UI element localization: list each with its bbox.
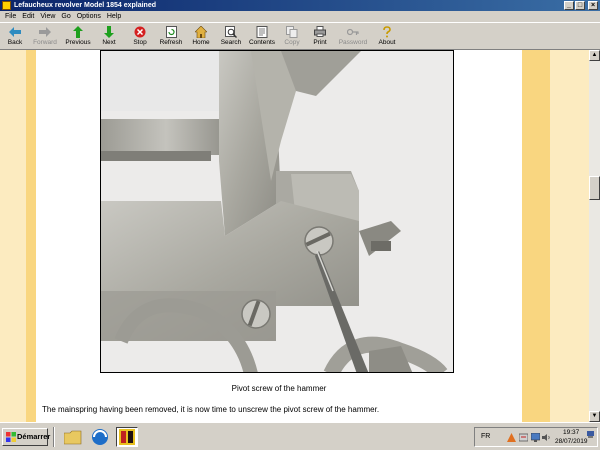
- about-button[interactable]: About: [372, 23, 402, 50]
- network-icon[interactable]: [519, 433, 528, 442]
- contents-label: Contents: [248, 39, 276, 46]
- help-viewer-task-icon[interactable]: [116, 427, 138, 447]
- language-indicator[interactable]: FR: [481, 433, 490, 440]
- password-label: Password: [338, 39, 368, 46]
- refresh-label: Refresh: [159, 39, 183, 46]
- menu-edit[interactable]: Edit: [19, 11, 37, 22]
- window-title: Lefaucheux revolver Model 1854 explained: [14, 2, 157, 9]
- contents-button[interactable]: Contents: [246, 23, 278, 50]
- windows-flag-icon: [6, 432, 16, 442]
- decorative-stripe-right: [522, 50, 550, 422]
- previous-label: Previous: [65, 39, 91, 46]
- start-label: Démarrer: [17, 432, 51, 441]
- forward-button[interactable]: Forward: [28, 23, 62, 50]
- menu-view[interactable]: View: [37, 11, 58, 22]
- folder-icon[interactable]: [62, 427, 84, 447]
- scroll-up-button[interactable]: ▲: [589, 50, 600, 61]
- page-body: Pivot screw of the hammer The mainspring…: [36, 50, 522, 422]
- copy-label: Copy: [284, 39, 300, 46]
- printer-icon: [313, 25, 327, 38]
- notification-icon[interactable]: [587, 431, 594, 438]
- alert-icon[interactable]: [507, 433, 516, 442]
- stop-label: Stop: [133, 39, 147, 46]
- menu-options[interactable]: Options: [74, 11, 104, 22]
- stop-button[interactable]: Stop: [124, 23, 156, 50]
- home-label: Home: [192, 39, 210, 46]
- title-bar: Lefaucheux revolver Model 1854 explained…: [0, 0, 600, 11]
- print-label: Print: [313, 39, 327, 46]
- toolbar: Back Forward Previous Next Stop Refresh: [0, 22, 600, 50]
- previous-button[interactable]: Previous: [62, 23, 94, 50]
- next-button[interactable]: Next: [94, 23, 124, 50]
- menu-bar: File Edit View Go Options Help: [0, 11, 600, 22]
- taskbar: Démarrer FR 19:37 28/07/2019: [0, 422, 600, 450]
- password-button[interactable]: Password: [334, 23, 372, 50]
- question-icon: [380, 25, 394, 38]
- forward-arrow-icon: [38, 25, 52, 38]
- home-button[interactable]: Home: [186, 23, 216, 50]
- back-label: Back: [7, 39, 23, 46]
- body-paragraph: The mainspring having been removed, it i…: [42, 405, 380, 414]
- search-label: Search: [220, 39, 242, 46]
- home-icon: [194, 25, 208, 38]
- taskbar-separator: [53, 427, 55, 447]
- close-button[interactable]: ×: [588, 1, 598, 10]
- app-icon: [2, 1, 11, 10]
- minimize-button[interactable]: _: [564, 1, 574, 10]
- decorative-stripe-left: [26, 50, 36, 422]
- back-button[interactable]: Back: [2, 23, 28, 50]
- search-button[interactable]: Search: [216, 23, 246, 50]
- revolver-photo: [100, 50, 454, 373]
- up-arrow-icon: [71, 25, 85, 38]
- copy-button[interactable]: Copy: [278, 23, 306, 50]
- key-icon: [346, 25, 360, 38]
- refresh-icon: [164, 25, 178, 38]
- display-icon[interactable]: [531, 433, 540, 442]
- copy-icon: [285, 25, 299, 38]
- back-arrow-icon: [8, 25, 22, 38]
- maximize-button[interactable]: □: [575, 1, 585, 10]
- stop-icon: [133, 25, 147, 38]
- forward-label: Forward: [33, 39, 57, 46]
- refresh-button[interactable]: Refresh: [156, 23, 186, 50]
- menu-go[interactable]: Go: [58, 11, 73, 22]
- menu-help[interactable]: Help: [104, 11, 124, 22]
- clock-time[interactable]: 19:37: [563, 429, 579, 436]
- print-button[interactable]: Print: [306, 23, 334, 50]
- photo-caption: Pivot screw of the hammer: [231, 384, 327, 393]
- content-area: Pivot screw of the hammer The mainspring…: [0, 50, 589, 422]
- next-label: Next: [102, 39, 116, 46]
- down-arrow-icon: [102, 25, 116, 38]
- about-label: About: [378, 39, 396, 46]
- browser-icon[interactable]: [89, 427, 111, 447]
- start-button[interactable]: Démarrer: [2, 428, 51, 446]
- scroll-thumb[interactable]: [589, 176, 600, 200]
- contents-icon: [255, 25, 269, 38]
- scroll-down-button[interactable]: ▼: [589, 411, 600, 422]
- vertical-scrollbar[interactable]: ▲ ▼: [589, 50, 600, 422]
- system-tray: FR 19:37 28/07/2019: [474, 427, 598, 447]
- window-controls: _ □ ×: [564, 1, 598, 10]
- menu-file[interactable]: File: [2, 11, 19, 22]
- search-icon: [224, 25, 238, 38]
- speaker-icon[interactable]: [542, 433, 551, 442]
- clock-date[interactable]: 28/07/2019: [555, 438, 588, 445]
